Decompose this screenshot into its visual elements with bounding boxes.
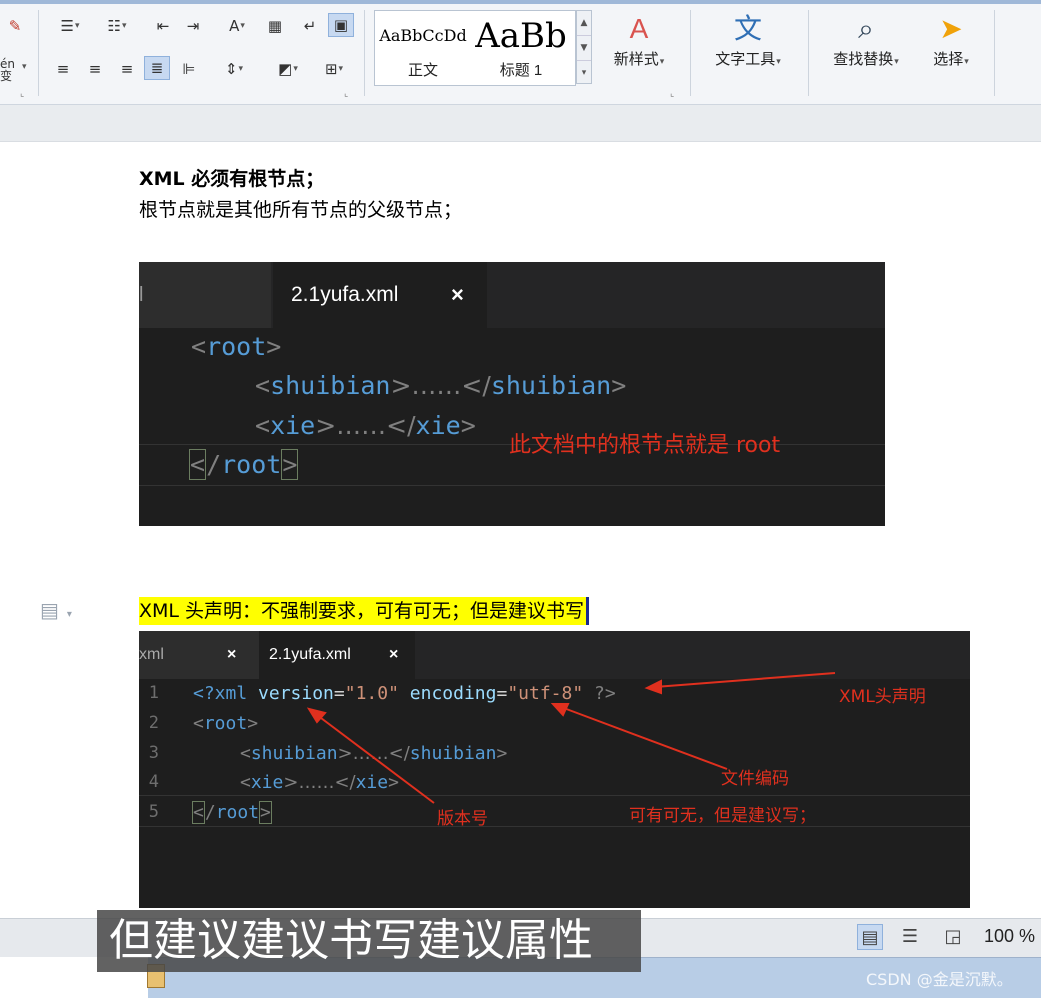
style-gallery: AaBbCcDd 正文 AaBb 标题 1 <box>374 10 576 86</box>
annotation-arrows <box>306 672 836 804</box>
xml-header-annotation: XML头声明 <box>839 687 926 707</box>
style-heading1[interactable]: AaBb 标题 1 <box>475 13 567 81</box>
clear-format-icon[interactable]: ✎ <box>2 14 28 38</box>
borders-button[interactable]: ⊞ ▾ <box>314 57 354 81</box>
text-direction-button[interactable]: A ▾ <box>216 14 258 38</box>
new-style-label: 新样式 <box>613 51 659 68</box>
style-heading1-label: 标题 1 <box>499 62 543 79</box>
shading-button[interactable]: ◩ ▾ <box>268 57 308 81</box>
ruler-area <box>0 105 1041 142</box>
editor-tab-previous[interactable]: l <box>139 262 271 328</box>
group-separator <box>38 10 39 96</box>
select-button[interactable]: ➤ 选择▾ <box>922 10 980 69</box>
phonetic-guide-icon[interactable]: én 变 <box>0 58 20 82</box>
watermark: CSDN @金是沉默。 <box>866 970 1013 989</box>
font-dialog-launcher-icon[interactable]: ⌞ <box>20 89 24 99</box>
encoding-annotation: 文件编码 <box>721 769 789 789</box>
arrowhead <box>644 679 662 695</box>
style-heading1-preview: AaBb <box>475 16 567 56</box>
page-view-icon[interactable]: ▤ <box>857 924 883 950</box>
editor-tab-active[interactable]: 2.1yufa.xml × <box>273 262 487 328</box>
cursor-arrow-icon: ➤ <box>939 13 963 44</box>
version-annotation: 版本号 <box>437 809 488 829</box>
ribbon-toolbar: ✎ én 变 ▾ ⌞ ☰ ▾ ☷ ▾ ⇤ ⇥ A ▾ ▦ ↵ ▣ ≡ ≡ ≡ ≣ ⊫ ⇕… <box>0 0 1041 105</box>
editor-tab-previous-label: l <box>139 284 144 306</box>
arrow-xml-header <box>654 672 836 688</box>
table-icon[interactable]: ▦ <box>262 14 288 38</box>
code-screenshot-root: l 2.1yufa.xml × <root> <shuibian>……</shu… <box>139 262 885 526</box>
text-tools-icon: 文 <box>733 13 762 44</box>
style-normal-preview: AaBbCcDd <box>379 26 467 45</box>
gallery-up-icon[interactable]: ▲ <box>577 11 591 36</box>
code-screenshot-declaration: xml × 2.1yufa.xml × 1 2 3 4 5 <?xml vers… <box>139 631 970 908</box>
code-line: <shuibian>……</shuibian> <box>255 371 627 400</box>
line-spacing-button[interactable]: ⇕ ▾ <box>214 57 254 81</box>
xml-declaration-note: XML 头声明：不强制要求，可有可无；但是建议书写 <box>139 597 590 625</box>
close-icon[interactable]: × <box>451 262 464 328</box>
root-node-annotation: 此文档中的根节点就是 root <box>509 433 781 458</box>
new-style-button[interactable]: A 新样式▾ <box>602 10 676 69</box>
video-subtitle: 但建议建议书写建议属性 <box>97 910 641 972</box>
align-left-icon[interactable]: ≡ <box>50 57 76 81</box>
paragraph-dialog-launcher-icon[interactable]: ⌞ <box>344 89 348 99</box>
phonetic-dropdown-icon[interactable]: ▾ <box>22 62 27 72</box>
text-tools-label: 文字工具 <box>715 51 776 68</box>
code-line: </root> <box>189 449 299 480</box>
optional-annotation: 可有可无，但是建议写； <box>629 806 816 826</box>
arrowhead <box>550 703 570 717</box>
new-style-icon: A <box>629 13 649 44</box>
border-box-icon[interactable]: ▣ <box>328 13 354 37</box>
text-tools-button[interactable]: 文 文字工具▾ <box>702 10 794 69</box>
zoom-level[interactable]: 100 % <box>984 926 1035 947</box>
code-line: <root> <box>191 332 282 361</box>
select-label: 选择 <box>933 51 964 68</box>
style-gallery-scroller[interactable]: ▲ ▼ ▾ <box>576 10 592 84</box>
distribute-icon[interactable]: ⊫ <box>176 57 202 81</box>
group-separator <box>690 10 691 96</box>
align-right-icon[interactable]: ≡ <box>114 57 140 81</box>
web-view-icon[interactable]: ◲ <box>940 924 966 950</box>
line-break-icon[interactable]: ↵ <box>297 14 323 38</box>
binoculars-icon: ⌕ <box>858 13 874 44</box>
align-center-icon[interactable]: ≡ <box>82 57 108 81</box>
style-normal[interactable]: AaBbCcDd 正文 <box>377 13 469 81</box>
code-line: <xie>……</xie> <box>255 411 476 440</box>
group-separator <box>994 10 995 96</box>
doc-line-root-required: XML 必须有根节点； <box>139 168 325 190</box>
styles-dialog-launcher-icon[interactable]: ⌞ <box>670 89 674 99</box>
ribbon-top-border <box>0 0 1041 4</box>
subtitle-text: 但建议建议书写建议属性 <box>109 915 593 966</box>
increase-indent-icon[interactable]: ⇥ <box>180 14 206 38</box>
group-separator <box>808 10 809 96</box>
bullets-button[interactable]: ☰ ▾ <box>50 14 90 38</box>
arrow-encoding <box>560 706 728 770</box>
arrow-version <box>316 714 435 804</box>
outline-view-icon[interactable]: ☰ <box>897 924 923 950</box>
justify-icon[interactable]: ≣ <box>144 56 170 80</box>
doc-line-root-definition: 根节点就是其他所有节点的父级节点； <box>139 199 463 221</box>
paragraph-settings-icon[interactable]: ▤ ▾ <box>40 598 72 622</box>
find-replace-button[interactable]: ⌕ 查找替换▾ <box>820 10 912 69</box>
gallery-more-icon[interactable]: ▾ <box>577 61 591 85</box>
find-replace-label: 查找替换 <box>833 51 894 68</box>
gallery-down-icon[interactable]: ▼ <box>577 36 591 61</box>
style-normal-label: 正文 <box>407 62 438 79</box>
editor-tab-filename: 2.1yufa.xml <box>291 283 399 306</box>
numbering-button[interactable]: ☷ ▾ <box>97 14 137 38</box>
decrease-indent-icon[interactable]: ⇤ <box>150 14 176 38</box>
group-separator <box>364 10 365 96</box>
